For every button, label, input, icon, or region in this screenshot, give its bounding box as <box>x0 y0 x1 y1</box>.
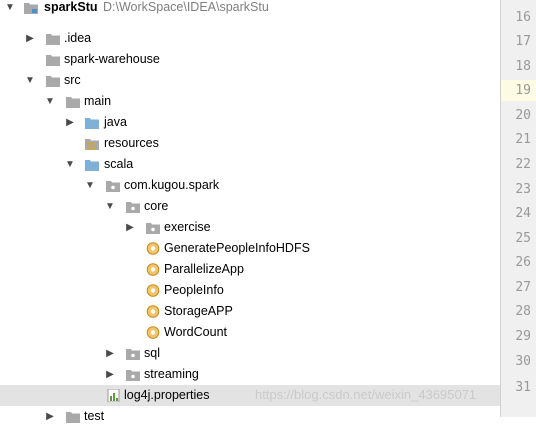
line-number: 25 <box>515 231 531 246</box>
tree-row-streaming[interactable]: ▶ streaming <box>0 364 500 385</box>
tree-row-idea[interactable]: ▶ .idea <box>0 28 500 49</box>
module-folder-icon <box>24 3 38 14</box>
chevron-down-icon[interactable]: ▼ <box>104 196 116 217</box>
project-tree: ▼ sparkStu D:\WorkSpace\IDEA\sparkStu ▶ … <box>0 0 501 423</box>
file-label: PeopleInfo <box>164 283 224 297</box>
folder-label: spark-warehouse <box>64 52 160 66</box>
properties-file-icon <box>107 389 120 402</box>
scala-object-icon <box>146 263 160 276</box>
file-label: GeneratePeopleInfoHDFS <box>164 241 310 255</box>
line-number: 26 <box>515 255 531 270</box>
scala-object-icon <box>146 326 160 339</box>
folder-icon <box>46 55 60 66</box>
file-label: StorageAPP <box>164 304 233 318</box>
folder-label: java <box>104 115 127 129</box>
watermark: https://blog.csdn.net/weixin_43695071 <box>255 387 477 402</box>
line-number: 16 <box>515 10 531 25</box>
editor-gutter: 16 17 18 19 20 21 22 23 24 25 26 27 28 2… <box>501 0 536 417</box>
tree-row-sql[interactable]: ▶ sql <box>0 343 500 364</box>
line-number: 28 <box>515 304 531 319</box>
resources-folder-icon <box>85 139 99 150</box>
package-icon <box>126 202 140 213</box>
package-label: exercise <box>164 220 211 234</box>
package-label: com.kugou.spark <box>124 178 220 192</box>
tree-row-scala[interactable]: ▼ scala <box>0 154 500 175</box>
root-name: sparkStu <box>44 0 98 14</box>
folder-icon <box>46 34 60 45</box>
tree-row-java[interactable]: ▶ java <box>0 112 500 133</box>
line-number: 23 <box>515 182 531 197</box>
tree-row-file[interactable]: PeopleInfo <box>0 280 500 301</box>
chevron-right-icon[interactable]: ▶ <box>64 112 76 133</box>
tree-row-src[interactable]: ▼ src <box>0 70 500 91</box>
folder-icon <box>66 97 80 108</box>
line-number: 27 <box>515 280 531 295</box>
folder-label: .idea <box>64 31 92 45</box>
chevron-down-icon[interactable]: ▼ <box>4 0 16 18</box>
scala-object-icon <box>146 305 160 318</box>
package-label: streaming <box>144 367 199 381</box>
package-label: core <box>144 199 169 213</box>
line-number: 31 <box>515 380 531 395</box>
line-number: 20 <box>515 108 531 123</box>
tree-row-file[interactable]: StorageAPP <box>0 301 500 322</box>
chevron-right-icon[interactable]: ▶ <box>104 364 116 385</box>
file-label: ParallelizeApp <box>164 262 244 276</box>
tree-row-package[interactable]: ▼ com.kugou.spark <box>0 175 500 196</box>
line-number-current: 19 <box>501 80 536 101</box>
tree-row-core[interactable]: ▼ core <box>0 196 500 217</box>
file-label: log4j.properties <box>124 388 210 402</box>
scala-object-icon <box>146 284 160 297</box>
chevron-right-icon[interactable]: ▶ <box>24 28 36 49</box>
tree-row-file[interactable]: ParallelizeApp <box>0 259 500 280</box>
scala-object-icon <box>146 242 160 255</box>
package-icon <box>146 223 160 234</box>
tree-row-file[interactable]: WordCount <box>0 322 500 343</box>
chevron-down-icon[interactable]: ▼ <box>64 154 76 175</box>
chevron-down-icon[interactable]: ▼ <box>44 91 56 112</box>
tree-row-file[interactable]: GeneratePeopleInfoHDFS <box>0 238 500 259</box>
line-number: 30 <box>515 354 531 369</box>
root-path: D:\WorkSpace\IDEA\sparkStu <box>103 0 269 14</box>
chevron-right-icon[interactable]: ▶ <box>124 217 136 238</box>
line-number: 24 <box>515 206 531 221</box>
file-label: WordCount <box>164 325 227 339</box>
folder-label: src <box>64 73 81 87</box>
chevron-down-icon[interactable]: ▼ <box>84 175 96 196</box>
folder-icon <box>46 76 60 87</box>
folder-label: main <box>84 94 112 108</box>
line-number: 22 <box>515 157 531 172</box>
tree-row-spark-warehouse[interactable]: spark-warehouse <box>0 49 500 70</box>
folder-label: scala <box>104 157 134 171</box>
line-number: 18 <box>515 59 531 74</box>
package-label: sql <box>144 346 160 360</box>
line-number: 29 <box>515 329 531 344</box>
package-icon <box>126 370 140 381</box>
source-folder-icon <box>85 118 99 129</box>
source-folder-icon <box>85 160 99 171</box>
package-icon <box>106 181 120 192</box>
chevron-right-icon[interactable]: ▶ <box>104 343 116 364</box>
chevron-down-icon[interactable]: ▼ <box>24 70 36 91</box>
tree-row-main[interactable]: ▼ main <box>0 91 500 112</box>
tree-row-root[interactable]: ▼ sparkStu D:\WorkSpace\IDEA\sparkStu <box>0 0 500 18</box>
line-number: 21 <box>515 132 531 147</box>
folder-label: resources <box>104 136 159 150</box>
package-icon <box>126 349 140 360</box>
tree-row-resources[interactable]: resources <box>0 133 500 154</box>
tree-row-exercise[interactable]: ▶ exercise <box>0 217 500 238</box>
line-number: 17 <box>515 34 531 49</box>
